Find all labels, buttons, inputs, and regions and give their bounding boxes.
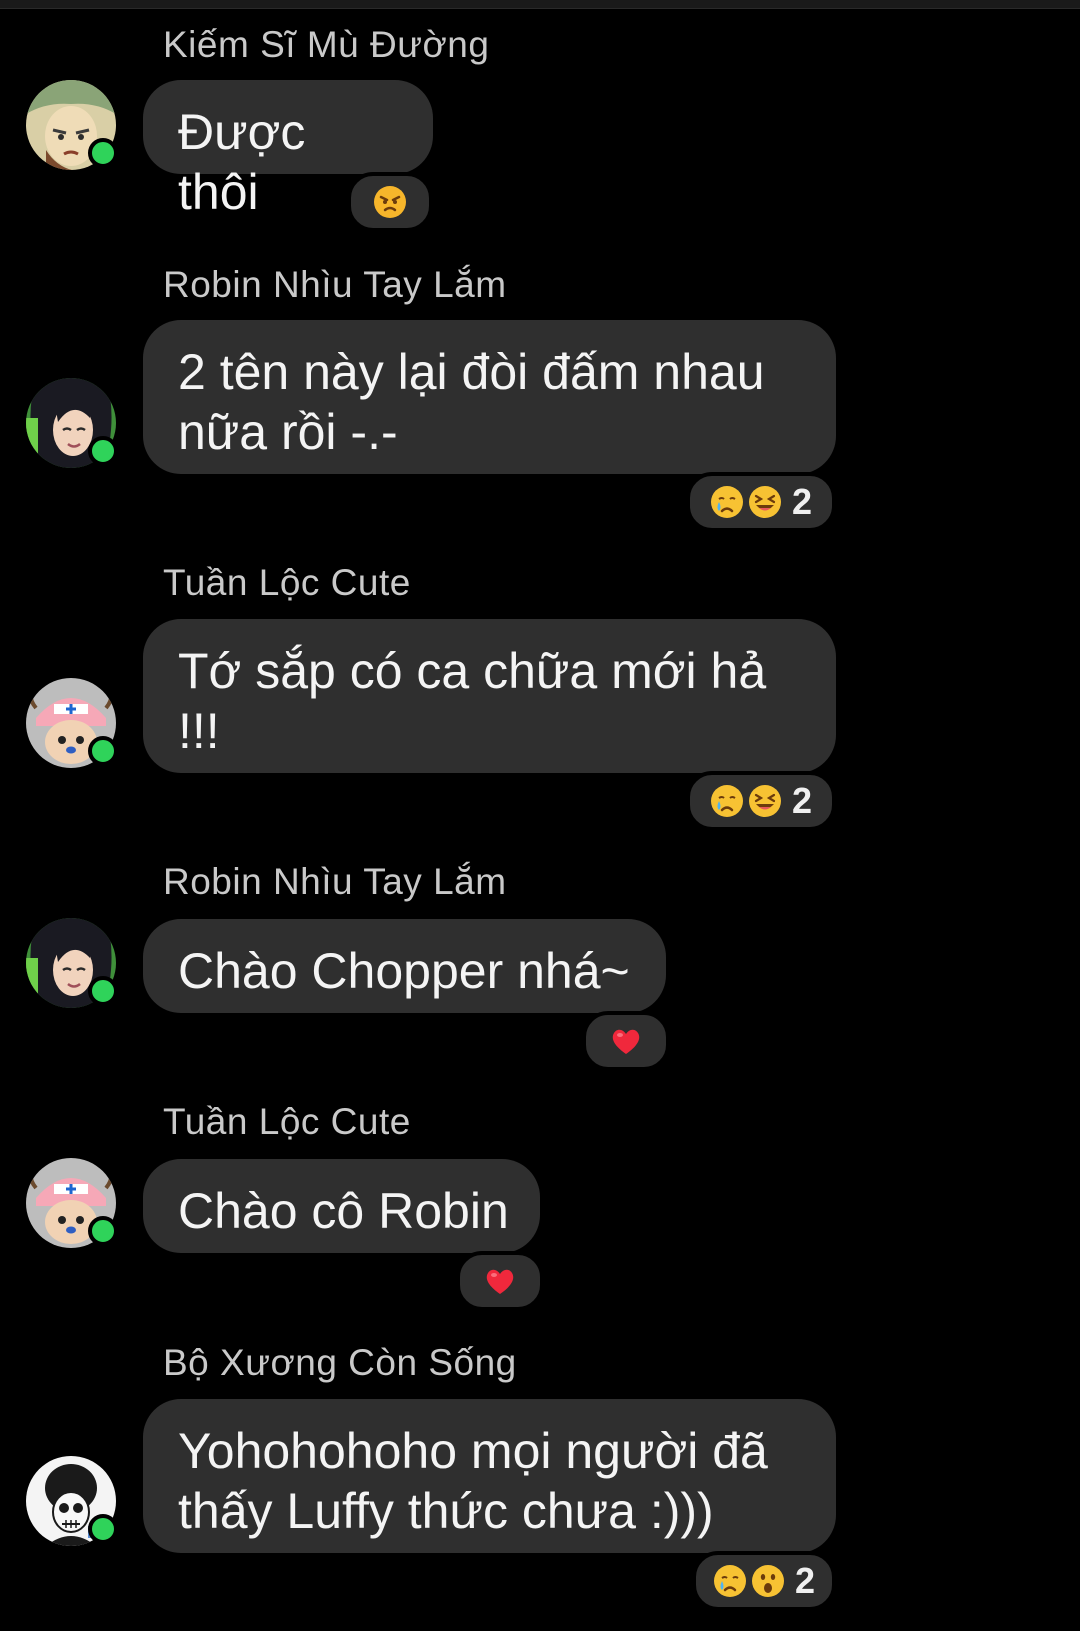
reaction-badge[interactable]: 2 <box>692 1551 836 1611</box>
online-status-indicator <box>88 436 118 466</box>
message-bubble[interactable]: Chào cô Robin <box>143 1159 540 1253</box>
laughing-emoji-icon <box>748 784 782 818</box>
reaction-count: 2 <box>791 481 813 522</box>
crying-emoji-icon <box>710 784 744 818</box>
sender-name: Kiếm Sĩ Mù Đường <box>163 24 490 65</box>
surprised-emoji-icon <box>751 1564 785 1598</box>
sender-name: Tuần Lộc Cute <box>163 562 411 603</box>
sender-name: Bộ Xương Còn Sống <box>163 1342 517 1383</box>
crying-emoji-icon <box>713 1564 747 1598</box>
chopper-avatar[interactable] <box>26 678 118 768</box>
angry-emoji-icon <box>373 185 407 219</box>
message-bubble[interactable]: Được thôi <box>143 80 433 220</box>
reaction-badge[interactable] <box>456 1251 544 1311</box>
heart-emoji-icon <box>483 1264 517 1298</box>
online-status-indicator <box>88 138 118 168</box>
reaction-badge[interactable]: 2 <box>686 771 836 831</box>
reaction-badge[interactable] <box>347 172 433 232</box>
message-bubble[interactable]: 2 tên này lại đòi đấm nhau nữa rồi -.- <box>143 320 836 474</box>
laughing-emoji-icon <box>748 485 782 519</box>
chopper-avatar[interactable] <box>26 1158 118 1248</box>
online-status-indicator <box>88 1514 118 1544</box>
robin-avatar[interactable] <box>26 918 118 1008</box>
reaction-badge[interactable]: 2 <box>686 472 836 532</box>
top-divider <box>0 0 1080 9</box>
zoro-avatar[interactable] <box>26 80 118 170</box>
reaction-count: 2 <box>791 780 813 821</box>
heart-emoji-icon <box>609 1024 643 1058</box>
brook-avatar[interactable] <box>26 1456 118 1546</box>
message-bubble[interactable]: Chào Chopper nhá~ <box>143 919 666 1013</box>
sender-name: Robin Nhìu Tay Lắm <box>163 861 507 902</box>
online-status-indicator <box>88 1216 118 1246</box>
online-status-indicator <box>88 736 118 766</box>
sender-name: Robin Nhìu Tay Lắm <box>163 264 507 305</box>
online-status-indicator <box>88 976 118 1006</box>
reaction-count: 2 <box>794 1560 816 1601</box>
crying-emoji-icon <box>710 485 744 519</box>
message-bubble[interactable]: Tớ sắp có ca chữa mới hả !!! <box>143 619 836 773</box>
message-bubble[interactable]: Yohohohoho mọi người đã thấy Luffy thức … <box>143 1399 836 1553</box>
sender-name: Tuần Lộc Cute <box>163 1101 411 1142</box>
reaction-badge[interactable] <box>582 1011 670 1071</box>
robin-avatar[interactable] <box>26 378 118 468</box>
